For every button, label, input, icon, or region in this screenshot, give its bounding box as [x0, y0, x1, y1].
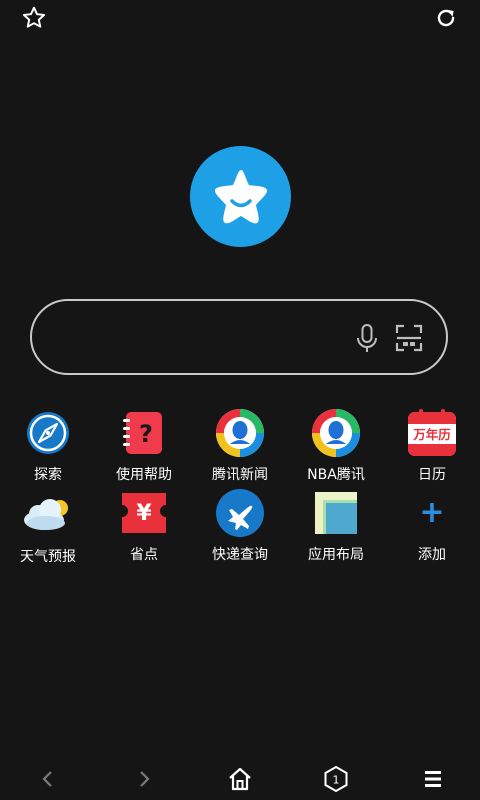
tabs-button[interactable]: 1 [321, 764, 351, 794]
yen-symbol: ¥ [136, 501, 152, 526]
search-input[interactable] [58, 321, 362, 357]
forward-button[interactable] [129, 764, 159, 794]
nba-tencent-icon [310, 408, 362, 458]
tabs-hexagon-icon: 1 [324, 765, 348, 793]
microphone-icon [357, 324, 377, 352]
shortcut-weather[interactable]: 天气预报 [0, 488, 96, 565]
favorites-button[interactable] [20, 4, 48, 32]
home-button[interactable] [225, 764, 255, 794]
calendar-icon: 万年历 [406, 408, 458, 458]
menu-icon [425, 771, 441, 787]
layout-icon [310, 488, 362, 538]
shortcut-label: 天气预报 [20, 549, 76, 565]
shortcut-label: 探索 [34, 467, 62, 483]
plus-symbol: + [419, 495, 445, 530]
weather-icon [22, 488, 74, 540]
back-button[interactable] [33, 764, 63, 794]
svg-text:?: ? [139, 420, 153, 448]
shortcut-label: 日历 [418, 467, 446, 483]
tencent-news-icon [214, 408, 266, 458]
star-outline-icon [22, 6, 46, 28]
yen-coupon-icon: ¥ [118, 488, 170, 538]
plus-icon: + [406, 488, 458, 538]
shortcut-add[interactable]: + 添加 [384, 488, 480, 564]
compass-icon [22, 408, 74, 458]
voice-search-button[interactable] [352, 323, 382, 355]
shortcut-label: 使用帮助 [116, 467, 172, 483]
shortcut-express[interactable]: 快递查询 [192, 488, 288, 564]
shortcut-calendar[interactable]: 万年历 日历 [384, 408, 480, 484]
tabs-count: 1 [333, 774, 340, 787]
refresh-button[interactable] [432, 4, 460, 32]
shortcut-label: 腾讯新闻 [212, 467, 268, 483]
shortcut-label: NBA腾讯 [307, 467, 365, 483]
smiling-star-logo [214, 169, 267, 223]
shortcut-tencent-news[interactable]: 腾讯新闻 [192, 408, 288, 484]
app-logo [190, 146, 291, 247]
chevron-right-icon [140, 771, 150, 787]
shortcut-label: 省点 [130, 547, 158, 563]
airplane-icon [214, 488, 266, 538]
top-bar [0, 0, 480, 40]
home-icon [229, 767, 251, 791]
scan-button[interactable] [394, 323, 424, 353]
chevron-left-icon [42, 771, 52, 787]
shortcut-app-layout[interactable]: 应用布局 [288, 488, 384, 564]
shortcut-label: 应用布局 [308, 547, 364, 563]
menu-button[interactable] [418, 764, 448, 794]
calendar-badge-text: 万年历 [412, 427, 451, 442]
shortcut-nba-tencent[interactable]: NBA腾讯 [288, 408, 384, 484]
shortcut-label: 添加 [418, 547, 446, 563]
help-notebook-icon: ? [118, 408, 170, 458]
shortcut-label: 快递查询 [212, 547, 268, 563]
shortcut-save-money[interactable]: ¥ 省点 [96, 488, 192, 564]
refresh-icon [437, 9, 455, 27]
shortcut-explore[interactable]: 探索 [0, 408, 96, 484]
scan-icon [395, 324, 423, 352]
search-box[interactable] [30, 299, 448, 375]
shortcut-help[interactable]: ? 使用帮助 [96, 408, 192, 484]
bottom-nav-bar: 1 [0, 756, 480, 800]
